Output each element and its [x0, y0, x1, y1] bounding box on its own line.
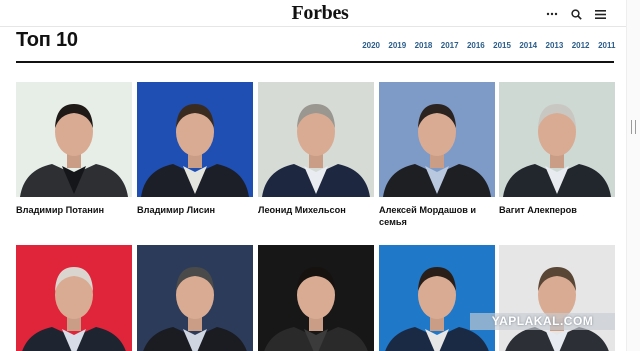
person-name[interactable]: Вагит Алекперов: [499, 204, 617, 216]
year-link-2012[interactable]: 2012: [568, 41, 594, 50]
person-photo[interactable]: [16, 82, 132, 197]
person-photo[interactable]: [258, 245, 374, 351]
person-photo[interactable]: [137, 82, 253, 197]
year-link-2017[interactable]: 2017: [437, 41, 463, 50]
person-name[interactable]: Алексей Мордашов и семья: [379, 204, 497, 228]
top-icons: [540, 6, 612, 22]
person-name[interactable]: Владимир Лисин: [137, 204, 255, 216]
year-link-2015[interactable]: 2015: [489, 41, 515, 50]
year-link-2020[interactable]: 2020: [358, 41, 384, 50]
person-name[interactable]: Леонид Михельсон: [258, 204, 376, 216]
menu-icon[interactable]: [588, 6, 612, 22]
person-photo[interactable]: [258, 82, 374, 197]
person-name[interactable]: Владимир Потанин: [16, 204, 134, 216]
year-link-2016[interactable]: 2016: [463, 41, 489, 50]
person-photo[interactable]: [499, 245, 615, 351]
year-link-2019[interactable]: 2019: [384, 41, 410, 50]
scroll-grip-icon: [631, 120, 636, 134]
more-icon[interactable]: [540, 6, 564, 22]
person-photo[interactable]: [379, 245, 495, 351]
top-navigation-bar: Forbes: [0, 0, 640, 27]
year-link-2014[interactable]: 2014: [515, 41, 541, 50]
year-link-2011[interactable]: 2011: [594, 41, 620, 50]
page-title: Топ 10: [16, 29, 78, 51]
search-icon[interactable]: [564, 6, 588, 22]
person-photo[interactable]: [137, 245, 253, 351]
year-link-2018[interactable]: 2018: [410, 41, 436, 50]
year-link-2013[interactable]: 2013: [541, 41, 567, 50]
scrollbar[interactable]: [626, 0, 640, 351]
person-photo[interactable]: [379, 82, 495, 197]
watermark: YAPLAKAL.COM: [470, 313, 615, 330]
person-photo[interactable]: [499, 82, 615, 197]
year-selector: 2020 2019 2018 2017 2016 2015 2014 2013 2012 2011: [358, 41, 620, 50]
person-photo[interactable]: [16, 245, 132, 351]
title-divider: [16, 61, 614, 63]
